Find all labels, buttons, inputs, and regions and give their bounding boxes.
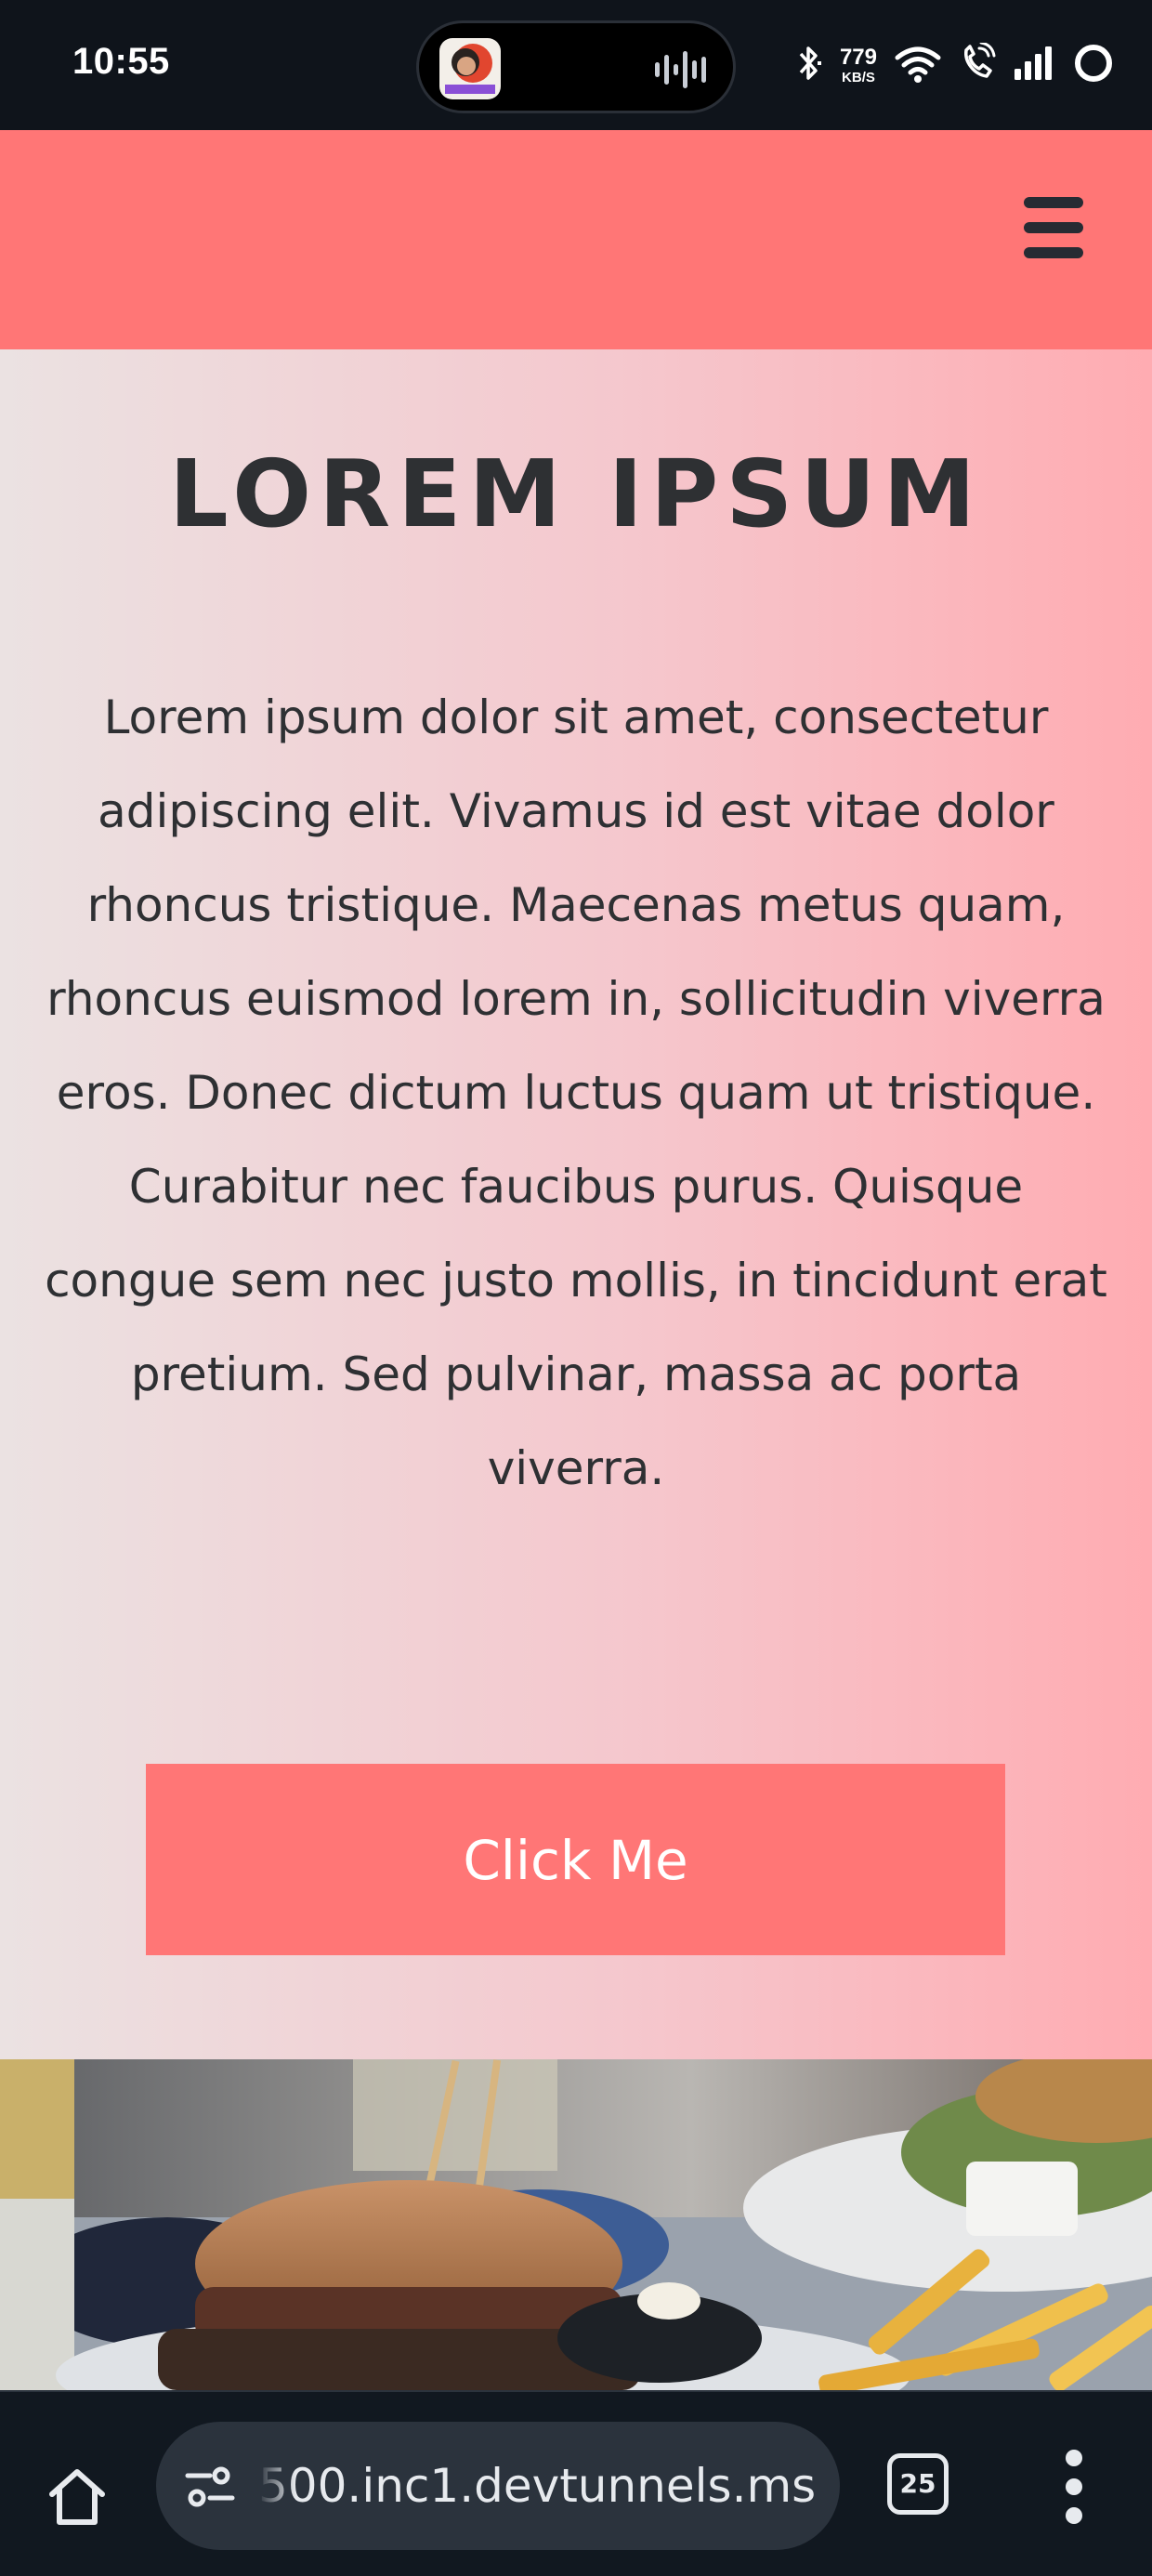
wifi-icon <box>894 43 942 88</box>
wifi-call-icon <box>959 41 996 88</box>
tab-switcher-icon[interactable]: 25 <box>887 2453 949 2515</box>
status-icons: 779 KB/S <box>795 37 1115 93</box>
status-bar: 10:55 779 KB/S <box>0 0 1152 130</box>
click-me-button[interactable]: Click Me <box>146 1764 1005 1955</box>
network-speed-unit: KB/S <box>842 69 875 85</box>
dynamic-island[interactable] <box>416 20 736 113</box>
hero-paragraph: Lorem ipsum dolor sit amet, consectetur … <box>45 690 1107 1495</box>
food-photo <box>0 2059 1152 2390</box>
url-text[interactable]: 500.inc1.devtunnels.ms <box>258 2422 816 2550</box>
more-menu-icon[interactable] <box>1057 2450 1091 2524</box>
hamburger-icon[interactable] <box>1024 197 1083 258</box>
site-info-icon[interactable] <box>184 2461 236 2513</box>
network-speed-value: 779 <box>839 44 877 70</box>
site-header <box>0 130 1152 349</box>
hero-title: LOREM IPSUM <box>168 440 984 548</box>
media-app-icon <box>439 38 501 99</box>
signal-icon <box>1013 43 1055 88</box>
screen: 10:55 779 KB/S LOREM IPSUM Lorem ipsum d… <box>0 0 1152 2576</box>
browser-toolbar: 500.inc1.devtunnels.ms 25 <box>0 2390 1152 2576</box>
status-time: 10:55 <box>72 41 170 82</box>
address-bar[interactable]: 500.inc1.devtunnels.ms <box>156 2422 840 2550</box>
audio-waveform-icon <box>653 49 709 95</box>
bluetooth-icon <box>795 43 823 88</box>
network-speed: 779 KB/S <box>840 46 877 85</box>
battery-ring-icon <box>1072 42 1115 89</box>
home-icon[interactable] <box>45 2464 110 2530</box>
